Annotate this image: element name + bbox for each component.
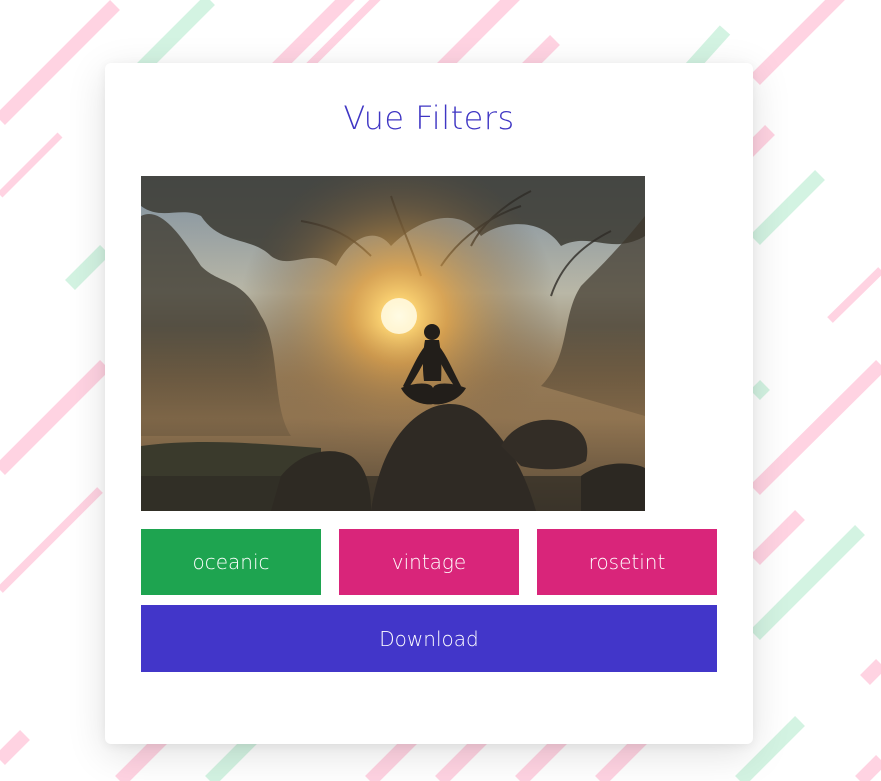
oceanic-filter-button[interactable]: oceanic [141,529,321,595]
rosetint-filter-button[interactable]: rosetint [537,529,717,595]
vintage-filter-button[interactable]: vintage [339,529,519,595]
meditation-photo [141,176,645,511]
page-title: Vue Filters [343,99,515,137]
download-button[interactable]: Download [141,605,717,672]
preview-image [141,176,645,511]
filter-card: Vue Filters oceanic vintage rosetint Dow… [105,63,753,744]
